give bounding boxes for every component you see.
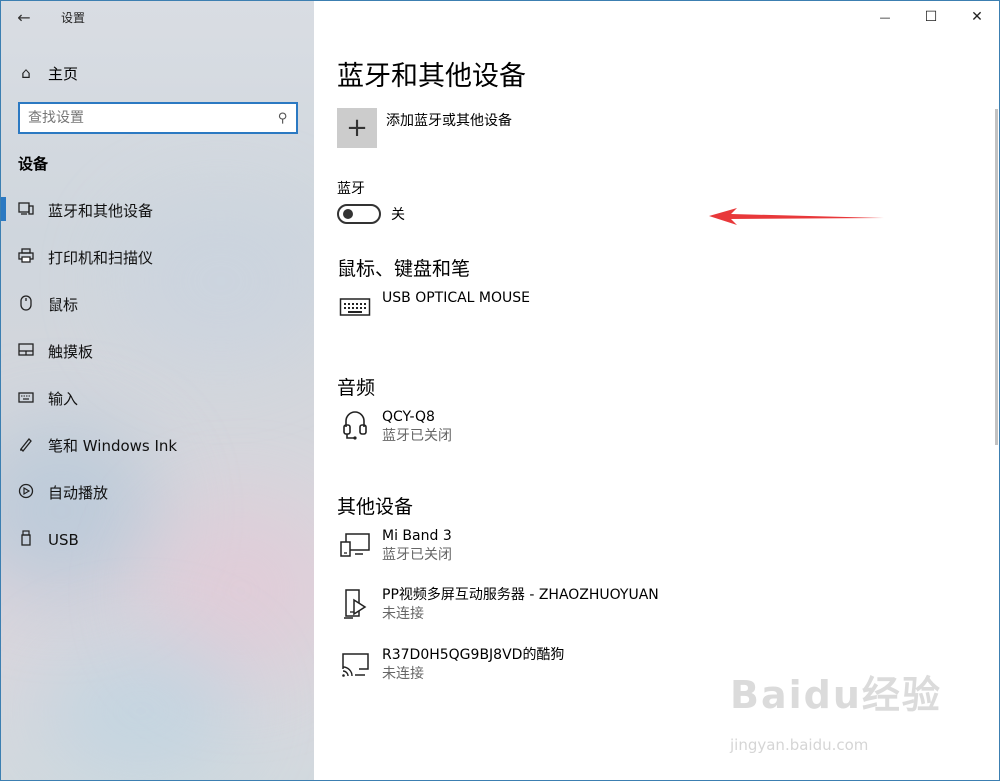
bluetooth-state-text: 关 (391, 207, 405, 223)
add-device-label: 添加蓝牙或其他设备 (386, 113, 512, 129)
search-box: ⚲ (18, 102, 298, 134)
device-item[interactable]: USB OPTICAL MOUSE (337, 289, 530, 325)
bluetooth-toggle-row: 关 (337, 204, 405, 224)
pen-icon (18, 436, 34, 456)
sidebar-item-label: 触摸板 (48, 343, 94, 361)
bluetooth-devices-icon (18, 201, 34, 220)
keyboard-icon (18, 391, 34, 407)
sidebar-item-touchpad[interactable]: 触摸板 (1, 328, 314, 375)
sidebar-item-usb[interactable]: USB (1, 516, 314, 563)
maximize-button[interactable]: ☐ (908, 1, 954, 33)
window-controls: — ☐ ✕ (862, 1, 999, 33)
page-title: 蓝牙和其他设备 (337, 61, 526, 92)
device-status: 蓝牙已关闭 (382, 428, 452, 444)
sidebar-item-label: 蓝牙和其他设备 (48, 202, 154, 220)
device-name: USB OPTICAL MOUSE (382, 290, 531, 306)
bluetooth-label: 蓝牙 (337, 181, 365, 197)
close-icon: ✕ (971, 9, 983, 25)
section-title-audio: 音频 (337, 377, 376, 399)
autoplay-icon (18, 483, 34, 503)
touchpad-icon (18, 343, 34, 360)
sidebar-item-printers[interactable]: 打印机和扫描仪 (1, 234, 314, 281)
maximize-icon: ☐ (924, 9, 938, 25)
search-icon[interactable]: ⚲ (278, 111, 288, 126)
printer-icon (18, 248, 34, 267)
headset-icon (337, 408, 373, 444)
keyboard-icon (337, 289, 373, 325)
mouse-icon (18, 294, 34, 315)
device-item[interactable]: Mi Band 3 蓝牙已关闭 (337, 527, 452, 565)
home-label: 主页 (48, 64, 79, 83)
main-pane: — ☐ ✕ 蓝牙和其他设备 + 添加蓝牙或其他设备 蓝牙 关 鼠标、键盘和笔 U… (314, 1, 999, 780)
sidebar-item-label: 自动播放 (48, 484, 109, 502)
close-button[interactable]: ✕ (954, 1, 999, 33)
plus-icon: + (337, 108, 377, 148)
watermark: Baidu经验 jingyan.baidu.com (730, 644, 960, 754)
sidebar-item-typing[interactable]: 输入 (1, 375, 314, 422)
device-item[interactable]: QCY-Q8 蓝牙已关闭 (337, 408, 452, 446)
scrollbar[interactable] (995, 109, 998, 445)
media-device-icon (337, 586, 373, 622)
home-icon: ⌂ (21, 64, 31, 82)
sidebar-item-pen[interactable]: 笔和 Windows Ink (1, 422, 314, 469)
section-title-other-devices: 其他设备 (337, 496, 414, 518)
sidebar-item-autoplay[interactable]: 自动播放 (1, 469, 314, 516)
sidebar-item-label: 输入 (48, 390, 79, 408)
toggle-knob (343, 209, 353, 219)
device-name: QCY-Q8 (382, 409, 435, 425)
device-item[interactable]: R37D0H5QG9BJ8VD的酷狗 未连接 (337, 646, 564, 684)
sidebar-item-label: USB (48, 530, 79, 549)
sidebar-item-label: 鼠标 (48, 296, 79, 314)
sidebar-nav: 蓝牙和其他设备 打印机和扫描仪 鼠标 触摸板 输入 笔和 Windows Ink… (1, 187, 314, 563)
sidebar-item-label: 打印机和扫描仪 (48, 249, 154, 267)
wireless-display-icon (337, 646, 373, 682)
device-item[interactable]: PP视频多屏互动服务器 - ZHAOZHUOYUAN 未连接 (337, 586, 659, 624)
device-name: R37D0H5QG9BJ8VD的酷狗 (382, 647, 565, 663)
watermark-logo: Baidu经验 (730, 673, 942, 717)
settings-window: ← 设置 ⌂ 主页 ⚲ 设备 蓝牙和其他设备 打印机和扫描仪 (0, 0, 1000, 781)
minimize-icon: — (879, 10, 891, 24)
home-nav-item[interactable]: ⌂ 主页 (1, 53, 314, 93)
app-title: 设置 (61, 10, 86, 25)
title-bar: ← 设置 (1, 1, 314, 33)
bluetooth-toggle[interactable] (337, 204, 381, 224)
add-device-button[interactable]: + 添加蓝牙或其他设备 (337, 108, 512, 148)
device-status: 蓝牙已关闭 (382, 547, 452, 563)
red-arrow-annotation (709, 208, 884, 225)
device-icon (337, 527, 373, 563)
device-status: 未连接 (382, 606, 424, 622)
device-name: PP视频多屏互动服务器 - ZHAOZHUOYUAN (382, 587, 659, 603)
watermark-url: jingyan.baidu.com (730, 736, 869, 754)
sidebar: ← 设置 ⌂ 主页 ⚲ 设备 蓝牙和其他设备 打印机和扫描仪 (1, 1, 314, 780)
sidebar-section-header: 设备 (18, 155, 49, 173)
device-status: 未连接 (382, 666, 424, 682)
back-button[interactable]: ← (1, 1, 47, 33)
back-arrow-icon: ← (17, 7, 31, 27)
usb-icon (18, 529, 34, 550)
search-input[interactable] (28, 110, 279, 126)
section-title-input-devices: 鼠标、键盘和笔 (337, 258, 471, 280)
sidebar-item-label: 笔和 Windows Ink (48, 437, 178, 455)
device-name: Mi Band 3 (382, 528, 452, 544)
minimize-button[interactable]: — (862, 1, 908, 33)
sidebar-item-bluetooth[interactable]: 蓝牙和其他设备 (1, 187, 314, 234)
sidebar-item-mouse[interactable]: 鼠标 (1, 281, 314, 328)
